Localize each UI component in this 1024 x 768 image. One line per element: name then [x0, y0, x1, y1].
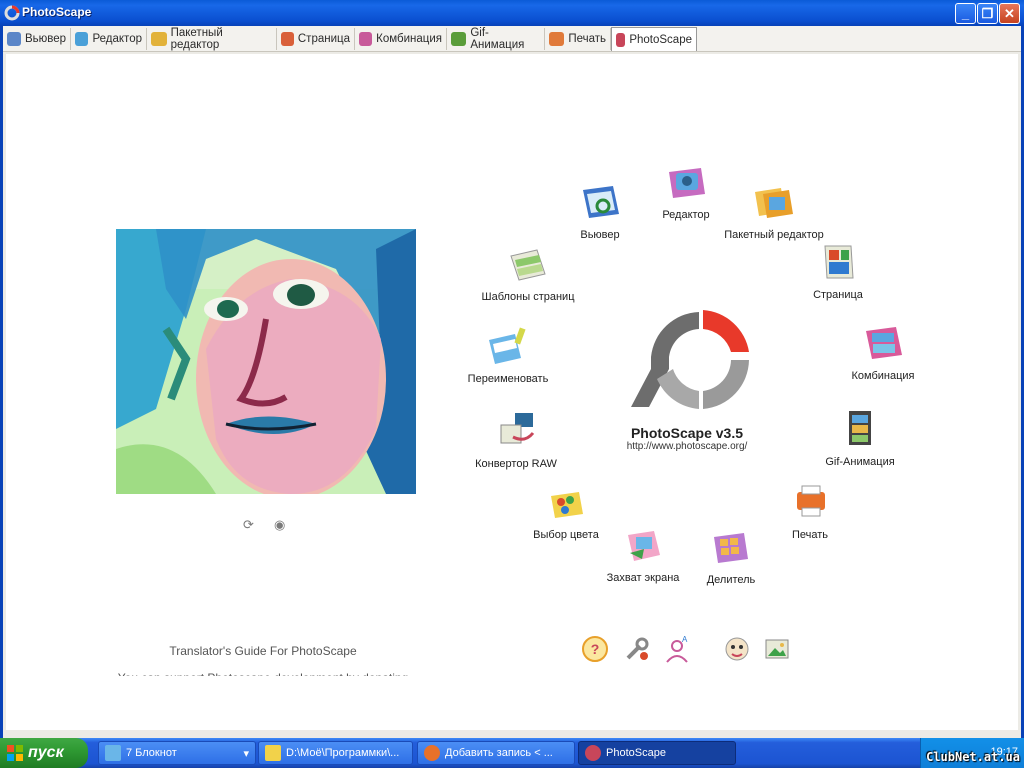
task-photoscape[interactable]: PhotoScape — [578, 741, 736, 765]
help-icon[interactable]: ? — [580, 634, 610, 664]
svg-text:A: A — [682, 635, 688, 644]
module-label: Вьювер — [580, 229, 620, 241]
task-label: Добавить запись < ... — [445, 747, 553, 759]
tab-bar: Вьювер Редактор Пакетный редактор Страни… — [3, 26, 1021, 52]
tab-editor[interactable]: Редактор — [71, 28, 147, 50]
viewer-icon — [583, 186, 619, 218]
module-viewer[interactable]: Вьювер — [520, 182, 680, 241]
module-label: Делитель — [706, 574, 756, 586]
module-label: Пакетный редактор — [724, 229, 824, 241]
color-picker-icon — [551, 492, 583, 518]
home-panel: ⟳ ◉ Translator's Guide For PhotoScape Yo… — [6, 54, 1018, 730]
eye-icon[interactable]: ◉ — [274, 517, 285, 533]
refresh-icon[interactable]: ⟳ — [243, 517, 254, 533]
photoscape-app-icon — [4, 5, 20, 21]
batch-editor-icon — [151, 32, 167, 46]
translators-guide-link[interactable]: Translator's Guide For PhotoScape — [113, 644, 413, 658]
module-splitter[interactable]: Делитель — [651, 527, 811, 586]
photoscape-icon — [585, 745, 601, 761]
title-bar: PhotoScape _ ❐ ✕ — [0, 0, 1024, 26]
rename-icon — [489, 327, 526, 364]
photoscape-icon — [616, 32, 626, 47]
task-label: 7 Блокнот — [126, 747, 177, 759]
system-tray: 19:17 ClubNet.at.ua — [920, 738, 1024, 768]
notepad-icon — [105, 745, 121, 761]
face-icon[interactable] — [722, 634, 752, 664]
task-label: PhotoScape — [606, 747, 666, 759]
folder-icon — [265, 745, 281, 761]
maximize-button[interactable]: ❐ — [977, 3, 998, 24]
window-title: PhotoScape — [22, 5, 92, 19]
tab-label: Редактор — [92, 33, 142, 45]
gif-animation-icon — [451, 32, 467, 46]
combine-icon — [359, 32, 373, 46]
screenshot-icon[interactable] — [762, 634, 792, 664]
photoscape-logo — [631, 310, 749, 409]
donation-text[interactable]: You can support Photoscape development b… — [113, 668, 413, 676]
module-combine[interactable]: Комбинация — [803, 323, 963, 382]
module-label: Переименовать — [467, 373, 549, 385]
page-icon — [824, 245, 854, 279]
tab-page[interactable]: Страница — [277, 28, 355, 50]
module-page[interactable]: Страница — [758, 242, 918, 301]
task-notepad[interactable]: 7 Блокнот ▾ — [98, 741, 256, 765]
module-label: Страница — [813, 289, 863, 301]
logo-url[interactable]: http://www.photoscape.org/ — [602, 441, 772, 452]
close-button[interactable]: ✕ — [999, 3, 1020, 24]
raw-converter-icon — [500, 413, 535, 444]
tab-print[interactable]: Печать — [545, 28, 611, 50]
tools-icon[interactable] — [622, 634, 652, 664]
batch-editor-icon — [755, 188, 793, 218]
gif-animation-icon — [849, 411, 871, 445]
print-icon — [549, 32, 565, 46]
module-rename[interactable]: Переименовать — [428, 326, 588, 385]
task-firefox[interactable]: Добавить запись < ... — [417, 741, 575, 765]
task-folder[interactable]: D:\Моё\Программки\... — [258, 741, 413, 765]
minimize-button[interactable]: _ — [955, 3, 976, 24]
tab-batch-editor[interactable]: Пакетный редактор — [147, 27, 277, 51]
page-templates-icon — [510, 249, 546, 281]
logo-title: PhotoScape v3.5 — [630, 425, 744, 441]
start-label: пуск — [28, 744, 64, 761]
tab-viewer[interactable]: Вьювер — [3, 28, 71, 50]
watermark: ClubNet.at.ua — [926, 750, 1020, 764]
splitter-icon — [714, 533, 748, 563]
firefox-icon — [424, 745, 440, 761]
tab-label: Страница — [297, 33, 350, 45]
module-page-templates[interactable]: Шаблоны страниц — [448, 244, 608, 303]
editor-icon — [75, 32, 89, 46]
tab-label: Gif-Анимация — [470, 27, 525, 51]
taskbar: пуск 7 Блокнот ▾ D:\Моё\Программки\... Д… — [0, 738, 1024, 768]
app-frame: Вьювер Редактор Пакетный редактор Страни… — [0, 26, 1024, 738]
windows-flag-icon — [7, 745, 23, 761]
slideshow-image — [116, 229, 416, 494]
svg-text:?: ? — [591, 641, 600, 657]
module-raw-converter[interactable]: Конвертор RAW — [436, 411, 596, 470]
tab-label: Пакетный редактор — [170, 27, 223, 51]
chevron-down-icon: ▾ — [243, 747, 249, 760]
task-label: D:\Моё\Программки\... — [286, 747, 400, 759]
module-gif-animation[interactable]: Gif-Анимация — [780, 409, 940, 468]
tab-label: PhotoScape — [629, 33, 692, 46]
module-label: Шаблоны страниц — [481, 291, 575, 303]
tab-gif-animation[interactable]: Gif-Анимация — [447, 27, 545, 51]
combine-icon — [866, 327, 902, 359]
module-label: Конвертор RAW — [475, 458, 557, 470]
tab-combine[interactable]: Комбинация — [355, 28, 447, 50]
tab-label: Печать — [568, 33, 606, 45]
print-icon — [797, 485, 825, 517]
module-label: Gif-Анимация — [825, 456, 895, 468]
viewer-icon — [7, 32, 21, 46]
module-label: Комбинация — [851, 370, 915, 382]
tab-label: Вьювер — [24, 33, 66, 45]
tab-label: Комбинация — [376, 33, 442, 45]
module-batch-editor[interactable]: Пакетный редактор — [694, 182, 854, 241]
tab-photoscape[interactable]: PhotoScape — [611, 27, 697, 51]
language-icon[interactable]: A — [662, 634, 692, 664]
start-button[interactable]: пуск — [0, 738, 88, 768]
page-icon — [281, 32, 294, 46]
